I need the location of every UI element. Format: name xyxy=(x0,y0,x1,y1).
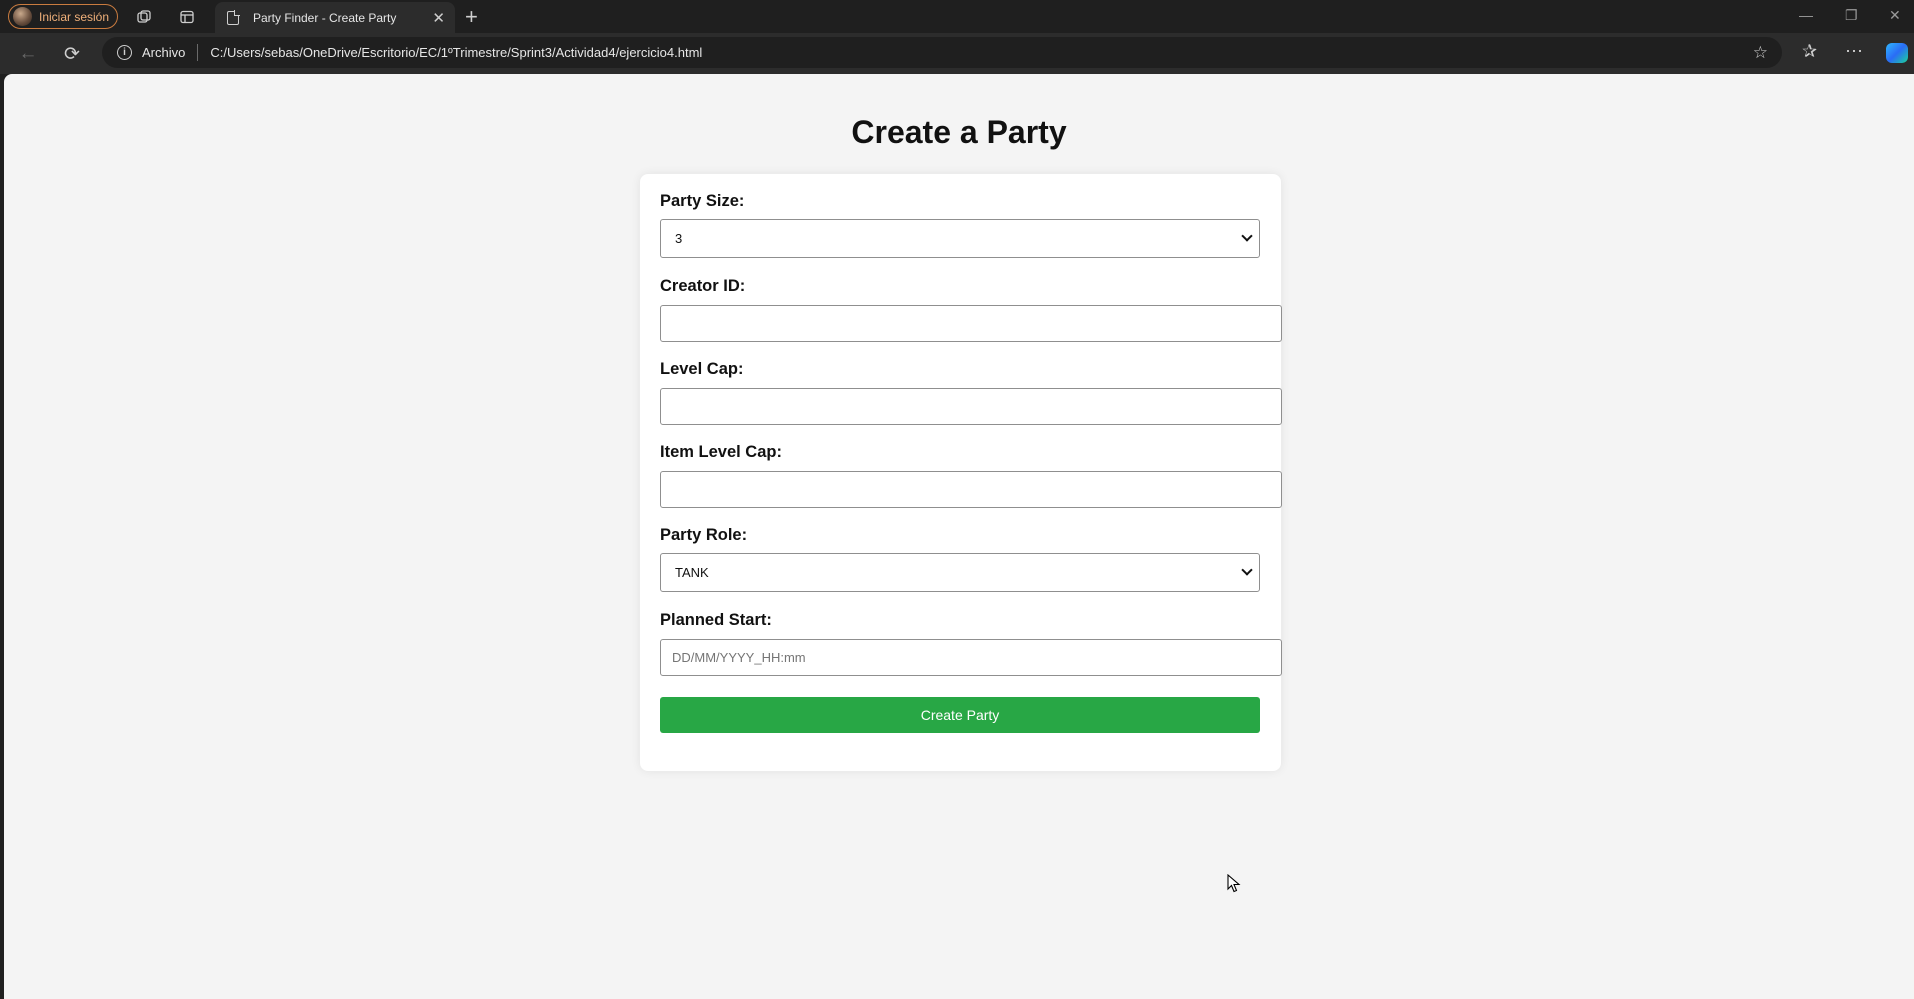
address-separator xyxy=(197,44,199,61)
profile-button[interactable]: Iniciar sesión xyxy=(8,4,118,29)
close-window-icon[interactable]: ✕ xyxy=(1889,7,1901,24)
back-icon[interactable]: ← xyxy=(15,41,41,67)
item-level-cap-input[interactable] xyxy=(660,471,1282,508)
profile-label: Iniciar sesión xyxy=(39,9,110,24)
info-icon[interactable]: i xyxy=(117,45,132,60)
more-options-icon[interactable]: ⋯ xyxy=(1845,41,1863,62)
creator-id-input[interactable] xyxy=(660,305,1282,342)
level-cap-label: Level Cap: xyxy=(660,360,744,378)
favorites-list-icon[interactable]: ✰ xyxy=(1802,41,1817,62)
party-size-value: 3 xyxy=(675,231,683,246)
page-viewport: Create a Party Party Size: 3 Creator ID:… xyxy=(4,74,1914,999)
new-tab-icon[interactable]: + xyxy=(465,4,478,30)
browser-titlebar: Iniciar sesión Party Finder - Create Par… xyxy=(0,0,1914,33)
create-party-form: Party Size: 3 Creator ID: Level Cap: Ite… xyxy=(640,174,1282,771)
tab-title: Party Finder - Create Party xyxy=(253,10,397,25)
page-title: Create a Party xyxy=(851,114,1067,150)
document-icon xyxy=(227,10,240,25)
restore-icon[interactable]: ❐ xyxy=(1845,7,1858,24)
favorite-star-icon[interactable]: ☆ xyxy=(1753,43,1768,63)
minimize-icon[interactable]: — xyxy=(1799,7,1813,23)
planned-start-input[interactable] xyxy=(660,639,1282,676)
party-role-value: TANK xyxy=(675,565,709,580)
copilot-icon[interactable] xyxy=(1886,43,1908,63)
creator-id-label: Creator ID: xyxy=(660,277,746,295)
create-party-button[interactable]: Create Party xyxy=(660,697,1260,733)
planned-start-label: Planned Start: xyxy=(660,611,772,629)
close-tab-icon[interactable]: ✕ xyxy=(432,9,445,27)
party-role-label: Party Role: xyxy=(660,526,748,544)
url-text[interactable]: C:/Users/sebas/OneDrive/Escritorio/EC/1º… xyxy=(210,45,702,60)
chevron-down-icon xyxy=(1241,564,1253,576)
item-level-cap-label: Item Level Cap: xyxy=(660,443,782,461)
tab-actions-icon[interactable] xyxy=(177,7,197,27)
mouse-cursor-icon xyxy=(1227,874,1241,893)
party-size-label: Party Size: xyxy=(660,192,745,210)
tab-party-finder[interactable]: Party Finder - Create Party ✕ xyxy=(215,2,455,33)
party-size-select[interactable]: 3 xyxy=(660,219,1260,258)
refresh-icon[interactable]: ⟳ xyxy=(59,41,85,67)
avatar xyxy=(13,7,32,26)
workspaces-icon[interactable] xyxy=(134,7,154,27)
browser-toolbar: ← ⟳ i Archivo C:/Users/sebas/OneDrive/Es… xyxy=(0,33,1914,74)
address-prefix: Archivo xyxy=(142,45,186,60)
party-role-select[interactable]: TANK xyxy=(660,553,1260,592)
chevron-down-icon xyxy=(1241,230,1253,242)
level-cap-input[interactable] xyxy=(660,388,1282,425)
address-bar[interactable]: i Archivo C:/Users/sebas/OneDrive/Escrit… xyxy=(102,37,1782,68)
